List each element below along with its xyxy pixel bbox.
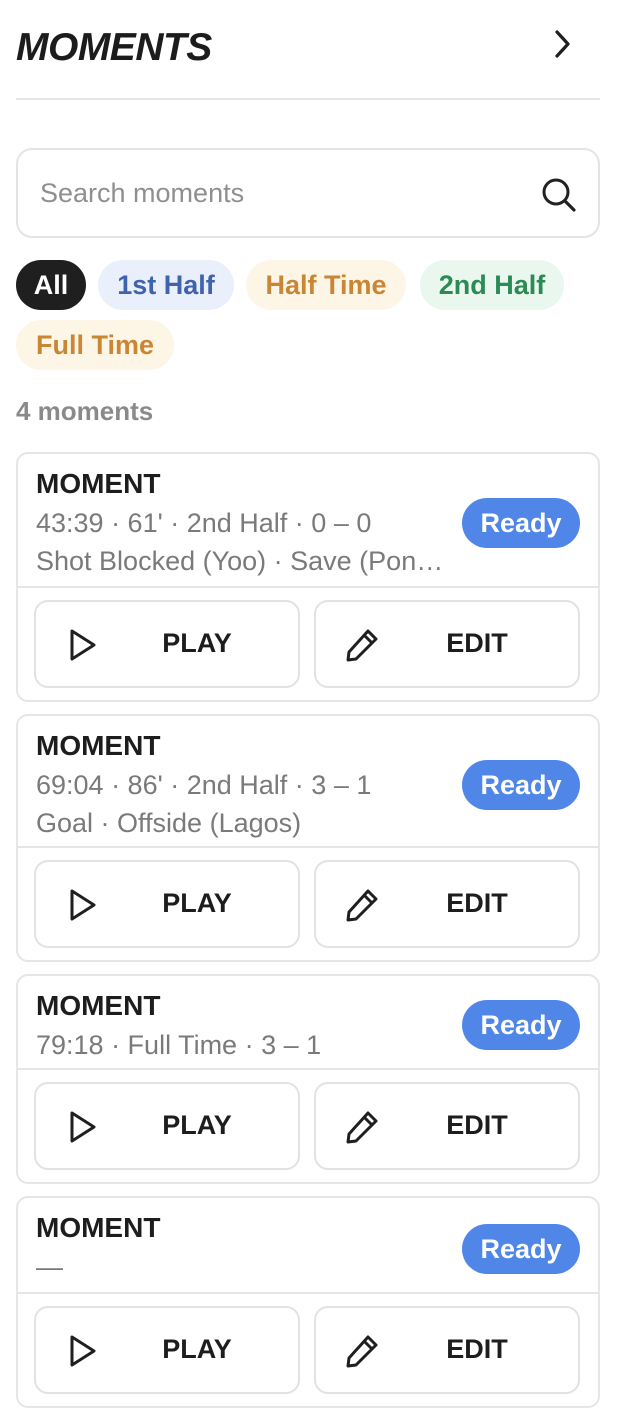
edit-button[interactable]: EDIT (314, 1082, 580, 1170)
status-badge: Ready (462, 1224, 580, 1274)
edit-button[interactable]: EDIT (314, 600, 580, 688)
filter-chip-2nd-half[interactable]: 2nd Half (420, 260, 564, 310)
play-button[interactable]: PLAY (34, 860, 300, 948)
moment-card: MOMENT 43:39 · 61' · 2nd Half · 0 – 0 Sh… (16, 452, 600, 702)
panel-header: MOMENTS (16, 22, 600, 100)
search-box (16, 148, 600, 238)
moment-title: MOMENT (36, 468, 161, 499)
edit-button-label: EDIT (446, 1110, 508, 1140)
moment-events: Shot Blocked (Yoo) · Save (Pon… (36, 546, 444, 576)
moment-card: MOMENT 79:18 · Full Time · 3 – 1 Ready P… (16, 974, 600, 1184)
panel-title: MOMENTS (16, 26, 212, 69)
edit-button[interactable]: EDIT (314, 860, 580, 948)
moment-meta: 69:04 · 86' · 2nd Half · 3 – 1 (36, 770, 372, 800)
edit-button-label: EDIT (446, 888, 508, 918)
search-icon[interactable] (540, 176, 578, 214)
edit-button[interactable]: EDIT (314, 1306, 580, 1394)
moment-title: MOMENT (36, 1212, 161, 1243)
moment-meta: 43:39 · 61' · 2nd Half · 0 – 0 (36, 508, 372, 538)
chevron-right-icon (555, 30, 570, 58)
status-badge: Ready (462, 760, 580, 810)
edit-button-label: EDIT (446, 628, 508, 658)
play-button-label: PLAY (162, 888, 232, 918)
play-button-label: PLAY (162, 1110, 232, 1140)
moments-count: 4 moments (16, 396, 154, 426)
filter-chip-half-time[interactable]: Half Time (246, 260, 406, 310)
play-button[interactable]: PLAY (34, 600, 300, 688)
collapse-panel-button[interactable] (544, 26, 580, 62)
search-input[interactable] (40, 170, 520, 216)
play-button-label: PLAY (162, 1334, 232, 1364)
status-badge: Ready (462, 498, 580, 548)
moment-meta: — (36, 1252, 63, 1282)
status-badge: Ready (462, 1000, 580, 1050)
moment-title: MOMENT (36, 730, 161, 761)
filter-chip-all[interactable]: All (16, 260, 86, 310)
filter-chip-1st-half[interactable]: 1st Half (98, 260, 234, 310)
moment-title: MOMENT (36, 990, 161, 1021)
moment-meta: 79:18 · Full Time · 3 – 1 (36, 1030, 322, 1060)
play-button[interactable]: PLAY (34, 1082, 300, 1170)
filter-chip-full-time[interactable]: Full Time (16, 320, 174, 370)
moment-card: MOMENT 69:04 · 86' · 2nd Half · 3 – 1 Go… (16, 714, 600, 962)
moment-card: MOMENT — Ready PLAY EDIT (16, 1196, 600, 1408)
edit-button-label: EDIT (446, 1334, 508, 1364)
play-button[interactable]: PLAY (34, 1306, 300, 1394)
moment-events: Goal · Offside (Lagos) (36, 808, 302, 838)
play-button-label: PLAY (162, 628, 232, 658)
